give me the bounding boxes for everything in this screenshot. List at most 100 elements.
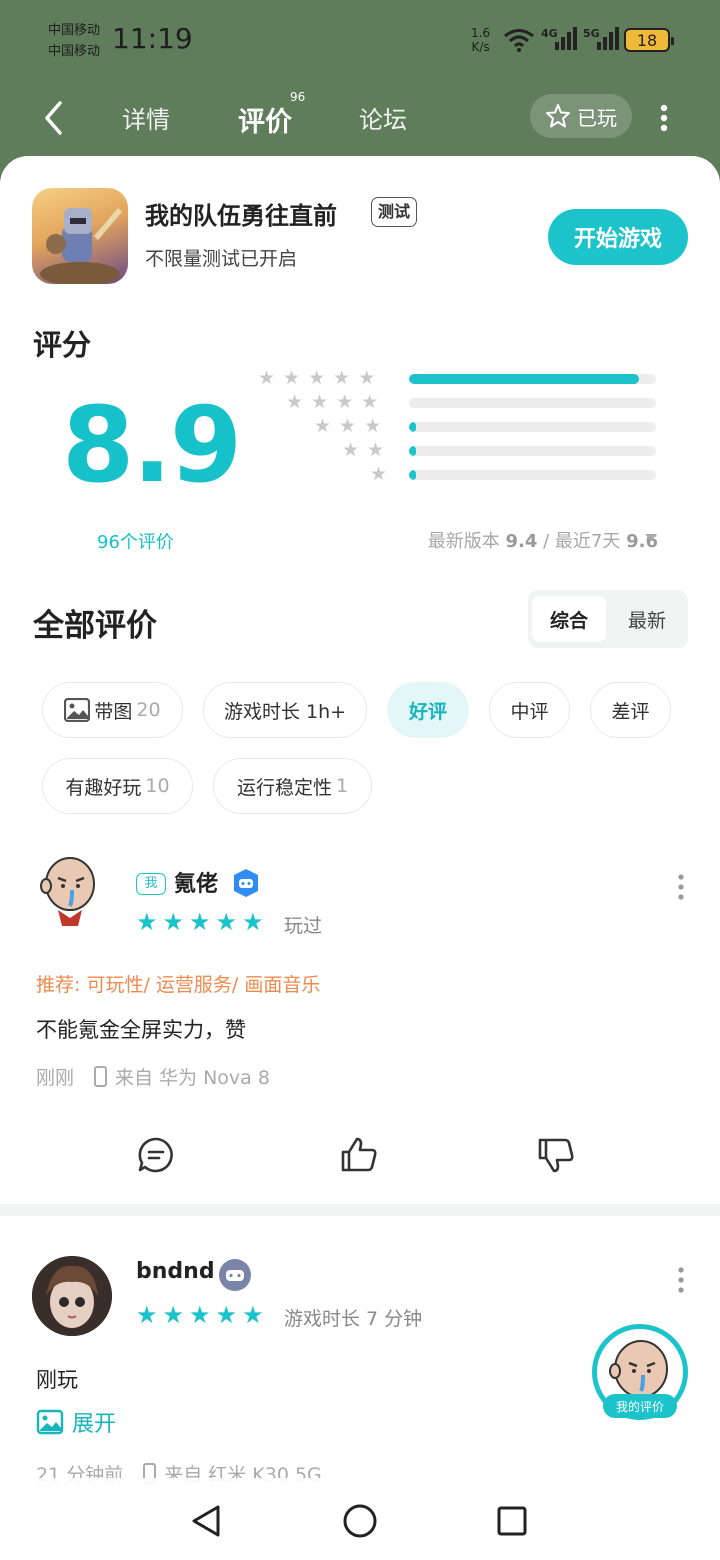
filter-playtime[interactable]: 游戏时长 1h+ bbox=[203, 682, 367, 738]
star-icon: ★ bbox=[215, 1301, 238, 1329]
star-icon: ★ bbox=[333, 367, 351, 389]
star-icon: ★ bbox=[361, 391, 379, 413]
section-divider bbox=[0, 1204, 720, 1216]
rating-bar-fill bbox=[409, 422, 416, 432]
tab-details[interactable]: 详情 bbox=[122, 100, 170, 135]
speed-unit: K/s bbox=[471, 40, 490, 54]
rating-row-stars: ★ ★ ★ ★ ★ bbox=[258, 367, 376, 389]
star-icon: ★ bbox=[258, 367, 276, 389]
carrier-1: 中国移动 bbox=[48, 23, 101, 38]
wifi-icon bbox=[504, 29, 534, 52]
rating-row-4-star: ★ ★ ★ ★ bbox=[260, 392, 660, 416]
rating-row-2-star: ★ ★ bbox=[260, 440, 660, 464]
review-more-icon[interactable] bbox=[678, 1267, 684, 1293]
sort-latest[interactable]: 最新 bbox=[610, 596, 684, 642]
expand-button[interactable]: 展开 bbox=[36, 1406, 116, 1438]
review-time: 刚刚 bbox=[36, 1067, 75, 1089]
thumbs-down-icon[interactable] bbox=[536, 1135, 576, 1175]
tab-forum[interactable]: 论坛 bbox=[359, 100, 407, 135]
rating-row-1-star: ★ bbox=[260, 464, 660, 488]
network-speed: 1.6 K/s bbox=[471, 26, 490, 54]
more-vertical-icon[interactable] bbox=[660, 104, 668, 132]
review-stars: ★ ★ ★ ★ ★ bbox=[136, 910, 264, 934]
reviewer-name[interactable]: 氪佬 bbox=[174, 866, 218, 898]
knight-artwork bbox=[40, 208, 122, 284]
star-icon: ★ bbox=[358, 367, 376, 389]
latest-version-label: 最新版本 bbox=[427, 531, 500, 552]
filter-label: 差评 bbox=[611, 700, 650, 723]
star-outline-icon bbox=[546, 104, 570, 128]
star-icon: ★ bbox=[136, 1301, 158, 1329]
rating-row-stars: ★ ★ bbox=[342, 439, 385, 461]
rating-bar bbox=[409, 398, 656, 408]
filter-count: 10 bbox=[145, 775, 170, 797]
star-icon: ★ bbox=[370, 463, 388, 485]
carrier-info: 中国移动 中国移动 bbox=[48, 20, 100, 62]
tab-reviews[interactable]: 评价 bbox=[238, 100, 292, 139]
image-icon bbox=[64, 698, 91, 722]
nav-home-icon[interactable] bbox=[343, 1504, 377, 1538]
review-more-icon[interactable] bbox=[678, 874, 684, 900]
rating-row-stars: ★ bbox=[370, 463, 388, 485]
comment-icon[interactable] bbox=[136, 1135, 176, 1175]
filter-negative[interactable]: 差评 bbox=[590, 682, 671, 738]
filter-fun[interactable]: 有趣好玩 10 bbox=[42, 758, 193, 814]
star-icon: ★ bbox=[162, 908, 185, 936]
thumbs-up-icon[interactable] bbox=[339, 1135, 379, 1175]
me-badge: 我 bbox=[136, 873, 166, 895]
cartoon-avatar-image bbox=[40, 857, 95, 926]
battery-icon: 18 bbox=[624, 28, 674, 52]
signal-4g-icon: 4G bbox=[541, 27, 577, 50]
nav-back-icon[interactable] bbox=[190, 1504, 222, 1538]
version-rating[interactable]: 最新版本 9.4 / 最近7天 9.6 bbox=[428, 527, 658, 553]
star-icon: ★ bbox=[136, 908, 158, 936]
recommend-tags: 推荐: 可玩性/ 运营服务/ 画面音乐 bbox=[36, 974, 321, 996]
play-status: 玩过 bbox=[284, 915, 323, 937]
star-icon: ★ bbox=[242, 1301, 264, 1329]
top-navigation: 详情 评价 96 论坛 已玩 bbox=[0, 84, 720, 156]
average-score: 8.9 bbox=[62, 384, 242, 506]
reviewer-name[interactable]: bndnd bbox=[136, 1259, 215, 1284]
gamepad-badge-icon bbox=[234, 869, 258, 897]
start-game-button[interactable]: 开始游戏 bbox=[548, 209, 688, 265]
filter-stability[interactable]: 运行稳定性 1 bbox=[213, 758, 372, 814]
filter-label: 游戏时长 1h+ bbox=[223, 700, 347, 723]
avatar[interactable] bbox=[32, 1256, 112, 1336]
filter-count: 20 bbox=[136, 699, 161, 721]
played-button[interactable]: 已玩 bbox=[530, 94, 632, 138]
star-icon: ★ bbox=[311, 391, 329, 413]
reviews-count-badge: 96 bbox=[290, 90, 306, 104]
app-icon[interactable] bbox=[32, 188, 128, 284]
filter-label: 带图 bbox=[94, 700, 133, 723]
svg-text:5G: 5G bbox=[583, 27, 600, 40]
filter-neutral[interactable]: 中评 bbox=[489, 682, 570, 738]
star-icon: ★ bbox=[364, 415, 382, 437]
image-icon bbox=[36, 1409, 64, 1435]
back-arrow-icon[interactable] bbox=[40, 98, 70, 138]
doll-avatar-image bbox=[32, 1256, 112, 1336]
star-icon: ★ bbox=[286, 391, 304, 413]
star-icon: ★ bbox=[367, 439, 385, 461]
review-meta: 刚刚 来自 华为 Nova 8 bbox=[36, 1063, 270, 1090]
avatar[interactable] bbox=[32, 848, 112, 928]
svg-text:4G: 4G bbox=[541, 27, 558, 40]
app-subtitle: 不限量测试已开启 bbox=[145, 248, 298, 270]
sort-comprehensive[interactable]: 综合 bbox=[532, 596, 606, 642]
clock: 11:19 bbox=[112, 22, 193, 55]
rating-row-stars: ★ ★ ★ bbox=[314, 415, 382, 437]
filter-positive[interactable]: 好评 bbox=[387, 682, 469, 738]
review-text[interactable]: 不能氪金全屏实力，赞 bbox=[36, 1014, 246, 1044]
play-duration: 游戏时长 7 分钟 bbox=[284, 1308, 423, 1330]
review-text[interactable]: 刚玩 bbox=[36, 1364, 78, 1394]
star-icon: ★ bbox=[215, 908, 238, 936]
star-icon: ★ bbox=[242, 908, 264, 936]
review-count: 96个评价 bbox=[97, 532, 174, 553]
star-icon: ★ bbox=[336, 391, 354, 413]
rating-row-stars: ★ ★ ★ ★ bbox=[286, 391, 379, 413]
dropdown-caret-icon[interactable] bbox=[645, 534, 657, 541]
recent-label: 最近7天 bbox=[554, 531, 621, 552]
star-icon: ★ bbox=[283, 367, 301, 389]
filter-with-image[interactable]: 带图 20 bbox=[42, 682, 183, 738]
my-review-label[interactable]: 我的评价 bbox=[603, 1394, 677, 1418]
nav-recents-icon[interactable] bbox=[497, 1506, 527, 1536]
